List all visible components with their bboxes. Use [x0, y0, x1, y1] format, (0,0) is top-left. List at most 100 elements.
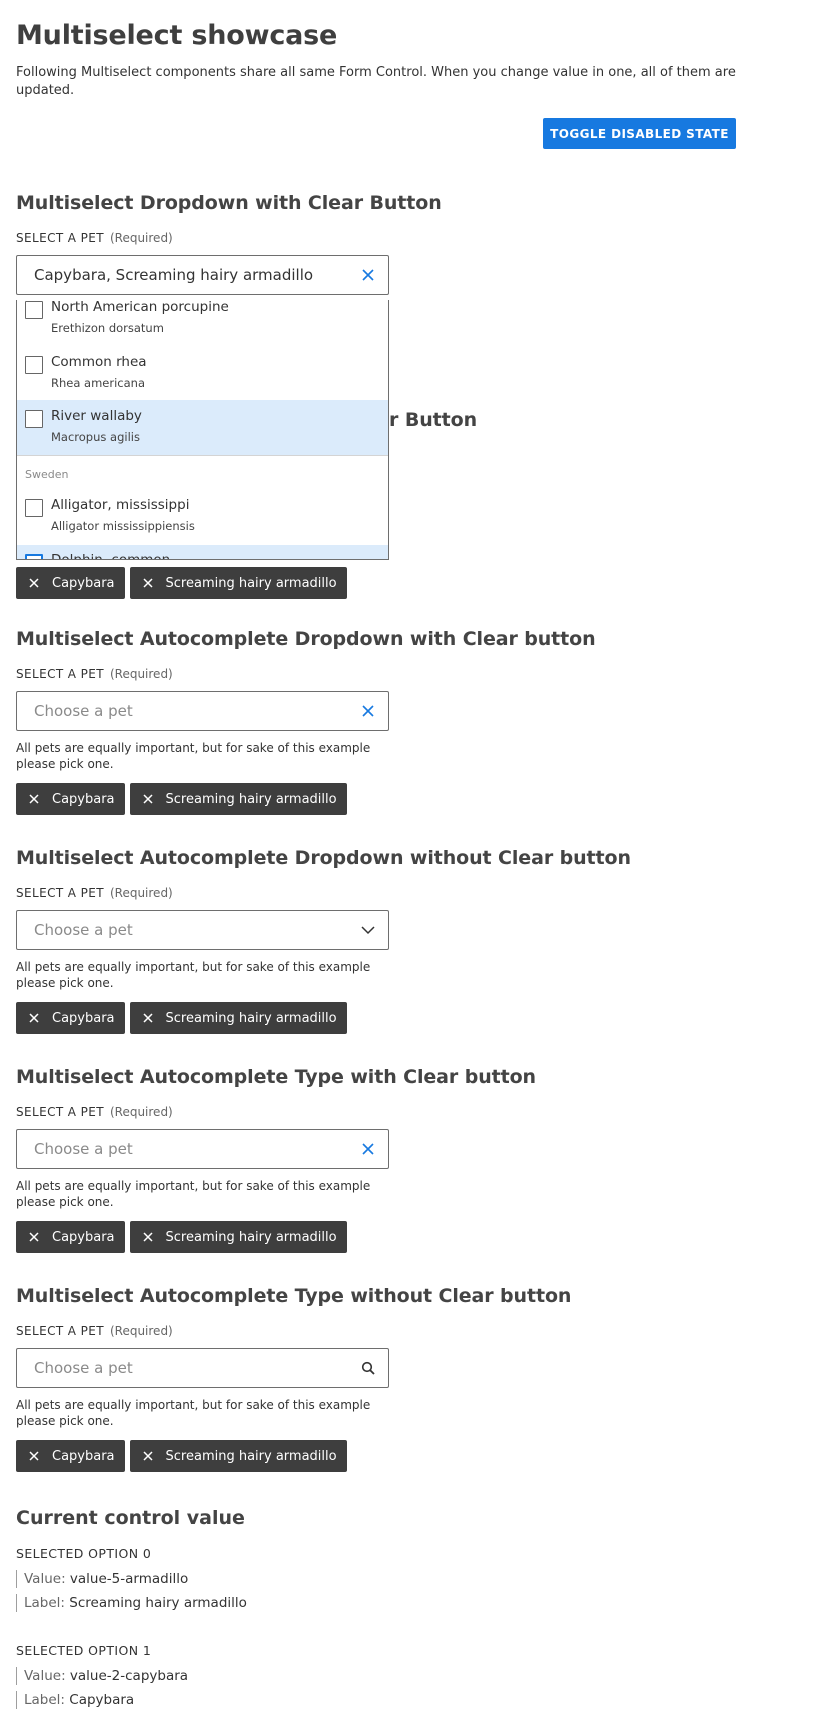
field-hint: All pets are equally important, but for … [16, 1179, 371, 1209]
remove-chip-icon[interactable] [138, 1008, 158, 1028]
remove-chip-icon[interactable] [24, 1446, 44, 1466]
clear-icon[interactable] [360, 1141, 376, 1157]
page-intro: Following Multiselect components share a… [16, 65, 736, 98]
label-text: Screaming hairy armadillo [69, 1595, 247, 1611]
chip-label: Screaming hairy armadillo [165, 575, 337, 591]
chip: Capybara [16, 1440, 125, 1472]
field-label: SELECT A PET [16, 667, 104, 681]
option-name: Dolphin, common [51, 552, 171, 560]
field-hint: All pets are equally important, but for … [16, 741, 371, 771]
section-heading: Multiselect Autocomplete Dropdown with C… [16, 628, 596, 650]
chip-list: Capybara Screaming hairy armadillo [16, 1002, 776, 1034]
checkbox[interactable] [25, 554, 43, 559]
option-item[interactable]: Alligator, mississippi Alligator mississi… [17, 496, 388, 551]
section-heading: Multiselect Autocomplete Type without Cl… [16, 1285, 572, 1307]
remove-chip-icon[interactable] [138, 789, 158, 809]
option-latin-name: Rhea americana [51, 376, 146, 390]
selected-value-text: Capybara, Screaming hairy armadillo [34, 266, 314, 284]
section-autocomplete-dropdown-clear: Multiselect Autocomplete Dropdown with C… [16, 626, 776, 815]
option-name: North American porcupine [51, 300, 229, 315]
section-autocomplete-type-no-clear: Multiselect Autocomplete Type without Cl… [16, 1283, 776, 1472]
dropdown-option-list[interactable]: North American porcupine Erethizon dorsat… [16, 300, 389, 560]
chip: Capybara [16, 567, 125, 599]
checkbox[interactable] [25, 301, 43, 319]
remove-chip-icon[interactable] [138, 1446, 158, 1466]
multiselect-autocomplete-dropdown-no-clear[interactable]: Choose a pet [16, 910, 389, 950]
section-autocomplete-dropdown-no-clear: Multiselect Autocomplete Dropdown withou… [16, 845, 776, 1034]
chip-label: Screaming hairy armadillo [165, 1010, 337, 1026]
required-marker: (Required) [109, 1105, 173, 1119]
chip-label: Capybara [52, 575, 115, 591]
section-heading: Multiselect Autocomplete Dropdown withou… [16, 847, 631, 869]
chip-label: Capybara [52, 1448, 115, 1464]
checkbox[interactable] [25, 410, 43, 428]
field-label: SELECT A PET [16, 231, 104, 245]
toggle-disabled-button[interactable]: TOGGLE DISABLED STATE [543, 118, 736, 149]
selected-option-heading: SELECTED OPTION 0 [16, 1546, 152, 1561]
option-name: River wallaby [51, 408, 142, 424]
chip-label: Screaming hairy armadillo [165, 791, 337, 807]
field-hint: All pets are equally important, but for … [16, 960, 371, 990]
label-key: Label: [24, 1692, 65, 1708]
selected-option-value: Value: value-5-armadillo [16, 1570, 188, 1588]
option-name: Alligator, mississippi [51, 497, 190, 513]
multiselect-autocomplete-type-no-clear[interactable]: Choose a pet [16, 1348, 389, 1388]
page-title: Multiselect showcase [16, 20, 338, 51]
selected-option-value: Value: value-2-capybara [16, 1667, 188, 1685]
search-icon [360, 1360, 376, 1376]
chip: Screaming hairy armadillo [129, 783, 347, 815]
value-text: value-5-armadillo [69, 1571, 189, 1587]
option-item-highlighted[interactable]: River wallaby Macropus agilis [17, 400, 388, 455]
chip: Screaming hairy armadillo [129, 567, 347, 599]
page: Multiselect showcase Following Multisele… [0, 0, 814, 1712]
label-key: Label: [24, 1595, 65, 1611]
placeholder-text: Choose a pet [34, 921, 133, 939]
section-heading: Multiselect Dropdown with Clear Button [16, 192, 442, 214]
checkbox[interactable] [25, 356, 43, 374]
field-label: SELECT A PET [16, 886, 104, 900]
chip: Screaming hairy armadillo [129, 1221, 347, 1253]
clear-icon[interactable] [360, 267, 376, 283]
option-latin-name: Alligator mississippiensis [51, 519, 195, 533]
multiselect-autocomplete-dropdown-clear[interactable]: Choose a pet [16, 691, 389, 731]
remove-chip-icon[interactable] [24, 1008, 44, 1028]
value-text: value-2-capybara [69, 1668, 189, 1684]
option-latin-name: Macropus agilis [51, 430, 140, 444]
label-text: Capybara [69, 1692, 135, 1708]
chip-list: Capybara Screaming hairy armadillo [16, 1440, 776, 1472]
required-marker: (Required) [109, 886, 173, 900]
option-latin-name: Erethizon dorsatum [51, 321, 164, 335]
value-key: Value: [24, 1668, 66, 1684]
group-divider [17, 455, 388, 456]
current-value-title: Current control value [16, 1507, 245, 1529]
option-item[interactable]: North American porcupine Erethizon dorsat… [17, 300, 388, 353]
chevron-down-icon [360, 922, 376, 938]
chip-list: Capybara Screaming hairy armadillo [16, 1221, 776, 1253]
chip-label: Capybara [52, 1010, 115, 1026]
chip: Capybara [16, 1002, 125, 1034]
section-heading: Multiselect Autocomplete Type with Clear… [16, 1066, 536, 1088]
value-key: Value: [24, 1571, 66, 1587]
multiselect-autocomplete-type-clear[interactable]: Choose a pet [16, 1129, 389, 1169]
placeholder-text: Choose a pet [34, 702, 133, 720]
chip-label: Screaming hairy armadillo [165, 1448, 337, 1464]
clear-icon[interactable] [360, 703, 376, 719]
chip-label: Capybara [52, 1229, 115, 1245]
placeholder-text: Choose a pet [34, 1140, 133, 1158]
option-name: Common rhea [51, 354, 147, 370]
multiselect-dropdown-clear[interactable]: Capybara, Screaming hairy armadillo [16, 255, 389, 295]
group-label: Sweden [25, 468, 69, 481]
remove-chip-icon[interactable] [24, 573, 44, 593]
option-item-focused[interactable]: Dolphin, common [17, 545, 388, 560]
checkbox[interactable] [25, 499, 43, 517]
chip: Screaming hairy armadillo [129, 1440, 347, 1472]
chip: Capybara [16, 1221, 125, 1253]
remove-chip-icon[interactable] [138, 1227, 158, 1247]
remove-chip-icon[interactable] [24, 1227, 44, 1247]
selected-option-heading: SELECTED OPTION 1 [16, 1643, 152, 1658]
field-label: SELECT A PET [16, 1324, 104, 1338]
chip-list: Capybara Screaming hairy armadillo [16, 783, 776, 815]
required-marker: (Required) [109, 231, 173, 245]
remove-chip-icon[interactable] [24, 789, 44, 809]
remove-chip-icon[interactable] [138, 573, 158, 593]
